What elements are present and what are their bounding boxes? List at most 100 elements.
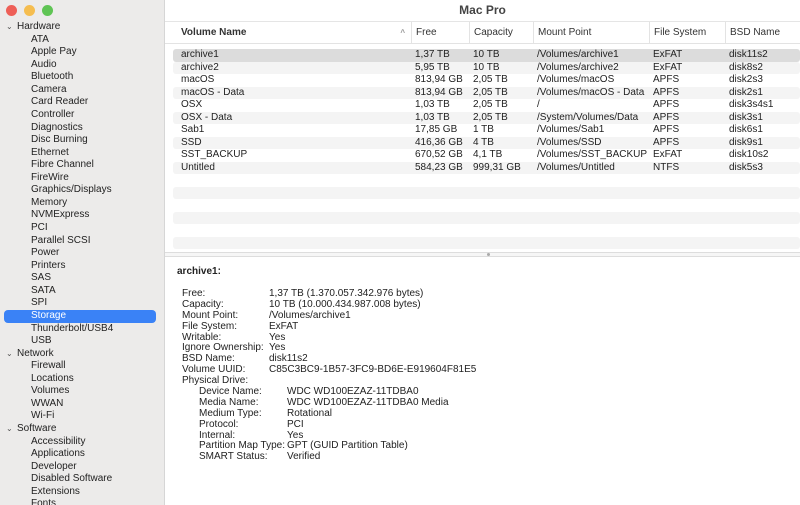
table-cell: macOS (181, 74, 215, 85)
table-row[interactable]: SSD 416,36 GB 4 TB/Volumes/SSD APFS disk9s1 (173, 136, 800, 149)
sidebar-item-graphics-displays[interactable]: Graphics/Displays (0, 184, 164, 197)
physical-drive-row: Protocol: PCI (177, 419, 304, 431)
sidebar-item-controller[interactable]: Controller (0, 109, 164, 122)
column-free[interactable]: Free (411, 22, 469, 44)
sidebar-item-wi-fi[interactable]: Wi-Fi (0, 410, 164, 423)
table-cell: /Volumes/SST_BACKUP (537, 149, 648, 160)
chevron-down-icon[interactable]: ⌄ (6, 21, 13, 34)
sidebar-item-firewire[interactable]: FireWire (0, 172, 164, 185)
sidebar-item-disabled-software[interactable]: Disabled Software (0, 473, 164, 486)
table-row[interactable]: macOS 813,94 GB 2,05 TB/Volumes/macOS APFS d… (173, 74, 800, 87)
table-cell: 2,05 TB (473, 86, 508, 98)
table-row[interactable]: Sab1 17,85 GB 1 TB/Volumes/Sab1 APFS disk6s1 (173, 124, 800, 137)
minimize-button[interactable] (24, 5, 35, 16)
table-cell: OSX - Data (181, 111, 233, 123)
sidebar-item-ethernet[interactable]: Ethernet (0, 147, 164, 160)
sidebar-item-wwan[interactable]: WWAN (0, 398, 164, 411)
sidebar-item-card-reader[interactable]: Card Reader (0, 96, 164, 109)
sidebar-item-fonts[interactable]: Fonts (0, 498, 164, 505)
table-cell: 10 TB (473, 61, 500, 73)
sidebar-item-extensions[interactable]: Extensions (0, 486, 164, 499)
table-row[interactable]: macOS - Data 813,94 GB 2,05 TB/Volumes/mac… (173, 86, 800, 99)
table-cell: OSX (181, 99, 203, 110)
column-bsd-name[interactable]: BSD Name (725, 22, 800, 44)
table-cell: 2,05 TB (473, 74, 508, 85)
table-cell: /Volumes/archive2 (537, 61, 619, 73)
column-capacity[interactable]: Capacity (469, 22, 533, 44)
sidebar-group-label: Software (17, 423, 57, 434)
table-cell: /Volumes/archive1 (537, 49, 619, 60)
sidebar-item-storage[interactable]: Storage (4, 309, 156, 323)
column-file-system[interactable]: File System (649, 22, 725, 44)
chevron-down-icon[interactable]: ⌄ (6, 423, 13, 436)
detail-pane: archive1: Free: 1,37 TB (1.370.057.342.97… (177, 266, 476, 463)
sidebar-item-firewall[interactable]: Firewall (0, 360, 164, 373)
sidebar-group-software[interactable]: ⌄ Software (0, 423, 164, 436)
drag-handle-icon[interactable] (487, 253, 490, 256)
table-cell: 670,52 GB (415, 149, 463, 160)
column-volume-name[interactable]: Volume Name ^ (165, 22, 411, 44)
sidebar-item-locations[interactable]: Locations (0, 373, 164, 386)
detail-value: ExFAT (269, 320, 299, 332)
sidebar-item-ata[interactable]: ATA (0, 34, 164, 47)
split-divider[interactable] (165, 252, 800, 257)
sidebar-item-power[interactable]: Power (0, 247, 164, 260)
sidebar-item-developer[interactable]: Developer (0, 461, 164, 474)
sidebar-item-memory[interactable]: Memory (0, 197, 164, 210)
sidebar-item-parallel-scsi[interactable]: Parallel SCSI (0, 235, 164, 248)
table-cell: 17,85 GB (415, 124, 458, 135)
sidebar: ⌄ Hardware ATA Apple Pay Audio Bluetooth Camer… (0, 0, 165, 505)
table-cell: /Volumes/Sab1 (537, 124, 605, 135)
sidebar-group-label: Hardware (17, 21, 61, 32)
table-row[interactable]: archive1 1,37 TB 10 TB/Volumes/archive1 ExF… (173, 49, 800, 62)
sidebar-item-applications[interactable]: Applications (0, 448, 164, 461)
sidebar-item-volumes[interactable]: Volumes (0, 385, 164, 398)
table-cell: 1 TB (473, 124, 494, 135)
sidebar-list: ⌄ Hardware ATA Apple Pay Audio Bluetooth Camer… (0, 21, 164, 505)
table-cell: APFS (653, 74, 680, 85)
sidebar-item-apple-pay[interactable]: Apple Pay (0, 46, 164, 59)
close-button[interactable] (6, 5, 17, 16)
volumes-table: archive1 1,37 TB 10 TB/Volumes/archive1 ExF… (173, 49, 800, 249)
table-row[interactable]: OSX - Data 1,03 TB 2,05 TB/System/Volumes/… (173, 111, 800, 124)
zoom-button[interactable] (42, 5, 53, 16)
empty-row (173, 186, 800, 199)
table-cell: 2,05 TB (473, 99, 508, 110)
sidebar-item-accessibility[interactable]: Accessibility (0, 436, 164, 449)
table-row[interactable]: OSX 1,03 TB 2,05 TB / APFS disk3s4s1 (173, 99, 800, 112)
sidebar-item-thunderbolt-usb4[interactable]: Thunderbolt/USB4 (0, 323, 164, 336)
sidebar-item-pci[interactable]: PCI (0, 222, 164, 235)
sidebar-item-bluetooth[interactable]: Bluetooth (0, 71, 164, 84)
sidebar-item-sata[interactable]: SATA (0, 285, 164, 298)
sidebar-item-spi[interactable]: SPI (0, 297, 164, 310)
sidebar-item-camera[interactable]: Camera (0, 84, 164, 97)
table-row[interactable]: archive2 5,95 TB 10 TB/Volumes/archive2 ExF… (173, 61, 800, 74)
window-title: Mac Pro (165, 0, 800, 22)
column-mount-point[interactable]: Mount Point (533, 22, 649, 44)
detail-value: PCI (287, 418, 304, 430)
detail-value: C85C3BC9-1B57-3FC9-BD6E-E919604F81E5 (269, 364, 477, 376)
table-cell: 2,05 TB (473, 111, 508, 123)
sidebar-item-usb[interactable]: USB (0, 335, 164, 348)
sidebar-item-diagnostics[interactable]: Diagnostics (0, 122, 164, 135)
table-row[interactable]: SST_BACKUP 670,52 GB 4,1 TB/Volumes/SST_BA… (173, 149, 800, 162)
table-cell: disk5s3 (729, 161, 763, 173)
table-cell: 999,31 GB (473, 161, 521, 173)
table-cell: /Volumes/Untitled (537, 161, 615, 173)
detail-row: File System: ExFAT (177, 321, 298, 333)
table-cell: 10 TB (473, 49, 500, 60)
sidebar-item-sas[interactable]: SAS (0, 272, 164, 285)
chevron-down-icon[interactable]: ⌄ (6, 348, 13, 361)
sidebar-group-network[interactable]: ⌄ Network (0, 348, 164, 361)
table-cell: /Volumes/macOS (537, 74, 615, 85)
sidebar-item-printers[interactable]: Printers (0, 260, 164, 273)
sidebar-item-disc-burning[interactable]: Disc Burning (0, 134, 164, 147)
sidebar-group-hardware[interactable]: ⌄ Hardware (0, 21, 164, 34)
empty-row (173, 174, 800, 187)
table-cell: APFS (653, 86, 680, 98)
sidebar-item-fibre-channel[interactable]: Fibre Channel (0, 159, 164, 172)
table-cell: 813,94 GB (415, 74, 463, 85)
sidebar-item-nvmexpress[interactable]: NVMExpress (0, 209, 164, 222)
sidebar-item-audio[interactable]: Audio (0, 59, 164, 72)
table-row[interactable]: Untitled 584,23 GB 999,31 GB/Volumes/Untit… (173, 161, 800, 174)
